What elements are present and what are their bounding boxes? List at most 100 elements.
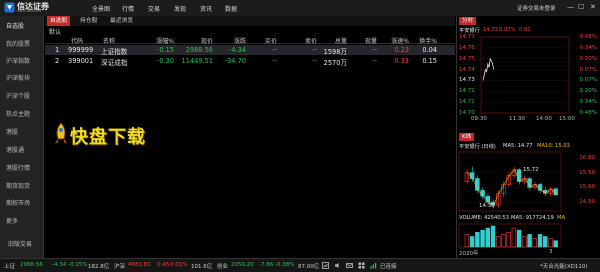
- sidebar-item-stocks[interactable]: 沪深个股: [6, 91, 30, 100]
- menu-trade[interactable]: 交易: [148, 4, 160, 13]
- row-code: 399001: [68, 57, 94, 65]
- table-row[interactable]: 1 999999 上证指数 -0.15 2988.56 -4.34 -- -- …: [45, 45, 455, 56]
- app-logo: 信达证券 CINDA SECURITIES: [4, 2, 49, 14]
- tab-holdings[interactable]: 持仓股: [77, 16, 100, 26]
- minute-y-pct-tick: 0.48%: [579, 34, 597, 40]
- minute-y-tick: 14.74: [459, 66, 475, 73]
- minute-x-tick: 15:00: [559, 116, 575, 122]
- cy-index-change: -7.86: [259, 262, 274, 268]
- volume-bar: [480, 229, 485, 248]
- sidebar-item-hk-connect[interactable]: 港股通: [6, 145, 24, 154]
- ticker-scroll[interactable]: *天合光能(XD110): [540, 262, 588, 270]
- kline-y-tick: 15.50: [579, 169, 595, 176]
- row-current-volume: --: [372, 46, 377, 54]
- sz-index-pct: 0.01%: [170, 262, 188, 268]
- volume-bar: [516, 229, 522, 248]
- maximize-icon[interactable]: ☐: [578, 3, 584, 11]
- tab-recent[interactable]: 最近浏览: [107, 16, 136, 26]
- legacy-trade-link[interactable]: 旧版交易: [8, 239, 32, 248]
- row-index: 1: [55, 46, 60, 54]
- sidebar-item-more[interactable]: 更多: [6, 216, 18, 225]
- volume-bar: [511, 227, 517, 248]
- cy-index-name[interactable]: 创业: [217, 262, 228, 270]
- sh-index-volume: 182.8亿: [88, 264, 110, 270]
- watermark: 快盘下载: [52, 122, 146, 148]
- sidebar-item-futures[interactable]: 期货现货: [6, 181, 30, 190]
- minimize-icon[interactable]: —: [567, 3, 574, 11]
- row-index: 2: [55, 57, 60, 65]
- minute-x-tick: 14:00: [536, 116, 552, 122]
- row-price: 2988.56: [185, 46, 213, 54]
- col-bid[interactable]: 买价: [241, 36, 277, 45]
- minute-y-pct-tick: 0.07%: [579, 66, 597, 73]
- table-row[interactable]: 2 399001 深证成指 -0.30 11449.51 -34.70 -- -…: [45, 56, 455, 67]
- chart-icon[interactable]: [322, 262, 329, 269]
- menu-news[interactable]: 资讯: [200, 4, 212, 13]
- sz-index-volume: 101.6亿: [191, 264, 213, 270]
- kline-high-annotation: 15.72: [523, 167, 539, 173]
- grid-icon[interactable]: [358, 262, 365, 269]
- mail-icon[interactable]: [346, 262, 353, 269]
- row-name: 上证指数: [101, 48, 128, 56]
- connection-status: 已连接: [380, 264, 397, 270]
- sidebar-item-hk[interactable]: 港股: [6, 127, 18, 136]
- volume-bar: [475, 232, 480, 248]
- kline-y-tick: 14.50: [579, 199, 595, 206]
- sh-index-pct: -0.15%: [68, 262, 88, 268]
- rocket-icon: [55, 122, 67, 144]
- col-turnover[interactable]: 换手%: [401, 36, 437, 45]
- sidebar-item-hk-quotes[interactable]: 港股行情: [6, 163, 30, 172]
- volume-bar: [543, 236, 548, 248]
- sidebar-item-options[interactable]: 期权市场: [6, 198, 30, 207]
- minute-x-tick: 09:30: [471, 116, 487, 122]
- cy-index-price: 2050.20: [231, 262, 254, 268]
- col-code[interactable]: 代码: [71, 36, 83, 45]
- col-current-volume[interactable]: 现量: [341, 36, 377, 45]
- sidebar-item-watchlist[interactable]: 自选股: [6, 21, 24, 30]
- watchlist-tabs: 自选股 持仓股 最近浏览: [45, 16, 455, 26]
- sidebar-item-indices[interactable]: 沪深指数: [6, 56, 30, 65]
- minute-y-tick: 14.75: [459, 55, 475, 62]
- sidebar-item-my-stocks[interactable]: 我的股票: [6, 39, 30, 48]
- row-bid: --: [272, 57, 277, 65]
- minute-y-tick: 14.73: [459, 77, 475, 84]
- close-icon[interactable]: ✕: [590, 3, 596, 11]
- volume-bar: [501, 234, 506, 248]
- sidebar-item-sectors[interactable]: 沪深板块: [6, 73, 30, 82]
- tab-watchlist[interactable]: 自选股: [47, 16, 71, 26]
- volume-bar: [532, 238, 538, 248]
- speaker-icon[interactable]: [334, 262, 341, 269]
- col-pct[interactable]: 涨幅%: [134, 36, 174, 45]
- menu-overview[interactable]: 全景图: [92, 4, 110, 13]
- row-name: 深证成指: [101, 59, 128, 67]
- sh-index-name[interactable]: 上证: [4, 262, 15, 270]
- menu-data[interactable]: 数据: [225, 4, 237, 13]
- menu-quotes[interactable]: 行情: [122, 4, 134, 13]
- trade-login-status[interactable]: 证券交易未登录: [517, 4, 556, 12]
- minute-y-pct-tick: 0.20%: [579, 55, 597, 62]
- volume-bar: [527, 234, 532, 248]
- sz-index-price: 4081.81: [128, 262, 151, 268]
- col-name[interactable]: 名称: [103, 36, 115, 45]
- row-turnover: 0.04: [422, 46, 437, 54]
- kline-y-tick: 15.00: [579, 184, 595, 191]
- watermark-text: 快盘下载: [70, 127, 146, 148]
- minute-y-tick: 14.77: [459, 34, 475, 40]
- logo-subtitle: CINDA SECURITIES: [17, 10, 42, 13]
- sz-index-name[interactable]: 沪深: [114, 262, 125, 270]
- menu-discover[interactable]: 发现: [174, 4, 186, 13]
- sh-index-price: 2988.56: [20, 262, 43, 268]
- cy-index-pct: -0.38%: [275, 262, 295, 268]
- sidebar-item-hot-topics[interactable]: 热点主题: [6, 109, 30, 118]
- col-price[interactable]: 现价: [175, 36, 213, 45]
- signal-icon: [370, 263, 377, 269]
- row-pct: -0.30: [156, 57, 174, 65]
- volume-bar: [464, 234, 470, 248]
- top-menu-bar: 信达证券 CINDA SECURITIES 全景图 行情 交易 发现 资讯 数据…: [0, 0, 600, 16]
- minute-y-pct-tick: 0.34%: [579, 44, 597, 51]
- row-price: 11449.51: [181, 57, 213, 65]
- volume-bar: [522, 236, 527, 248]
- volume-title: VOLUME: 42540.53 MA5: 917724.19 MA: [459, 215, 599, 222]
- right-chart-panel: 分时 平安银行 14.73 0.07% 0.01 K线 平安银行 (日线) MA…: [456, 16, 600, 258]
- cy-index-volume: 87.00亿: [298, 264, 320, 270]
